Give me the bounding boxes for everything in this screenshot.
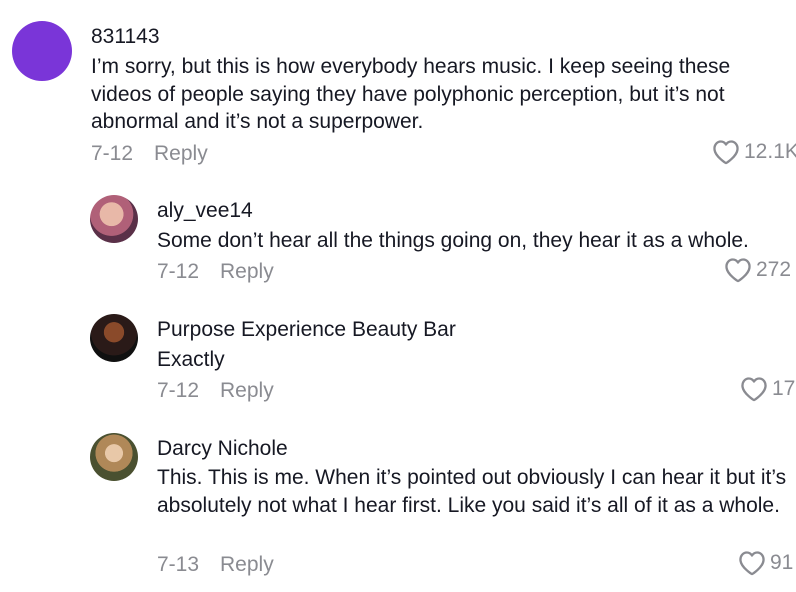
heart-outline-icon <box>741 377 767 402</box>
avatar[interactable] <box>90 314 138 362</box>
like-button[interactable]: 272 <box>724 257 791 283</box>
heart-outline-icon <box>713 140 739 165</box>
reply-button[interactable]: Reply <box>220 259 274 285</box>
reply-text: This. This is me. When it’s pointed out … <box>157 466 787 517</box>
reply-text: Exactly <box>157 348 225 371</box>
avatar[interactable] <box>90 195 138 243</box>
reply-date: 7-12 <box>157 379 200 402</box>
heart-outline-icon <box>739 551 765 576</box>
reply-button[interactable]: Reply <box>220 552 274 578</box>
like-count: 17 <box>772 377 796 400</box>
avatar[interactable] <box>12 21 72 81</box>
like-button[interactable]: 91 <box>738 550 793 576</box>
comment-username[interactable]: 831143 <box>91 24 160 50</box>
like-button[interactable]: 17 <box>740 376 795 402</box>
like-count: 12.1K <box>744 140 796 163</box>
reply-button[interactable]: Reply <box>154 141 208 167</box>
reply-username[interactable]: Darcy Nichole <box>157 436 288 462</box>
comment-text: I’m sorry, but this is how everybody hea… <box>91 55 731 133</box>
reply-date: 7-13 <box>157 553 200 576</box>
reply-button[interactable]: Reply <box>220 378 274 404</box>
reply-text: Some don’t hear all the things going on,… <box>157 229 749 252</box>
reply-date: 7-12 <box>157 260 200 283</box>
heart-outline-icon <box>725 258 751 283</box>
like-button[interactable]: 12.1K <box>712 139 796 165</box>
reply-username[interactable]: Purpose Experience Beauty Bar <box>157 317 456 343</box>
comments-panel: 831143 I’m sorry, but this is how everyb… <box>0 0 796 592</box>
reply-username[interactable]: aly_vee14 <box>157 198 253 224</box>
like-count: 272 <box>756 258 792 281</box>
comment-date: 7-12 <box>91 142 134 165</box>
avatar[interactable] <box>90 433 138 481</box>
like-count: 91 <box>770 551 794 574</box>
